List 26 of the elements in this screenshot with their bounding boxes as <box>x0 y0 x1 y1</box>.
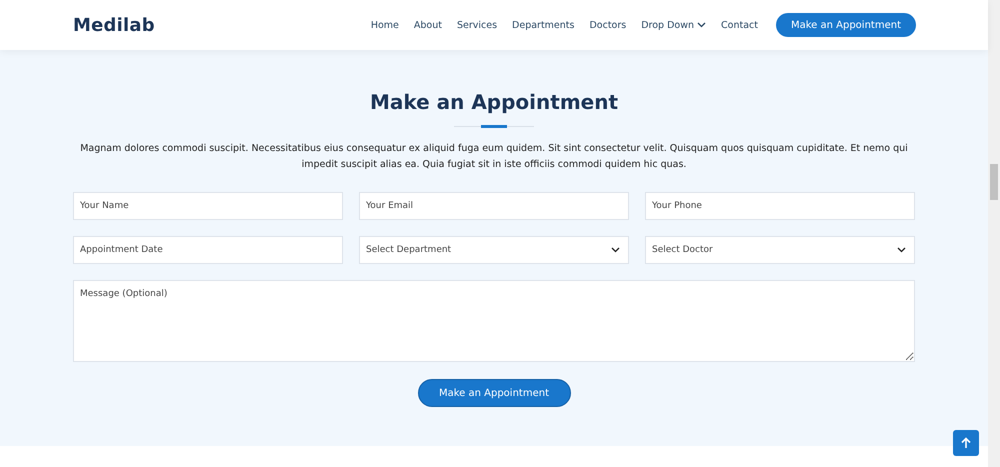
nav-link[interactable]: Services <box>456 20 498 30</box>
nav-link[interactable]: Doctors <box>589 20 626 30</box>
nav-link[interactable]: Contact <box>721 20 758 30</box>
nav-link[interactable]: Drop Down <box>641 20 706 30</box>
scrollbar[interactable] <box>988 0 1000 467</box>
select-field[interactable]: Select Department <box>359 236 629 264</box>
section-title: Make an Appointment <box>370 90 618 114</box>
chevron-down-icon <box>897 247 906 253</box>
section-description: Magnam dolores commodi suscipit. Necessitatibus eius consequatur ex aliquid fuga eum quidem. Sit sint consectetur velit. Quisquam quos quisquam cupiditate. Et nemo qui impedit suscipit alias ea. Quia fugiat sit in iste officiis commodi quidem hic quas. <box>79 142 909 172</box>
message-field[interactable]: Message (Optional) <box>73 280 915 362</box>
nav-link[interactable]: Departments <box>512 20 574 30</box>
back-to-top-button[interactable] <box>953 430 979 456</box>
chevron-down-icon <box>697 22 706 28</box>
input-field[interactable]: Your Name <box>73 192 343 220</box>
chevron-down-icon <box>611 247 620 253</box>
input-field[interactable]: Appointment Date <box>73 236 343 264</box>
nav-link[interactable]: Home <box>370 20 399 30</box>
arrow-up-icon <box>960 437 972 449</box>
nav-link[interactable]: About <box>414 20 442 30</box>
submit-button[interactable]: Make an Appointment <box>418 379 570 407</box>
site-logo[interactable]: Medilab <box>73 14 155 36</box>
title-underline <box>481 125 507 128</box>
input-field[interactable]: Your Email <box>359 192 629 220</box>
select-field[interactable]: Select Doctor <box>645 236 915 264</box>
appointment-button[interactable]: Make an Appointment <box>776 13 916 37</box>
input-field[interactable]: Your Phone <box>645 192 915 220</box>
